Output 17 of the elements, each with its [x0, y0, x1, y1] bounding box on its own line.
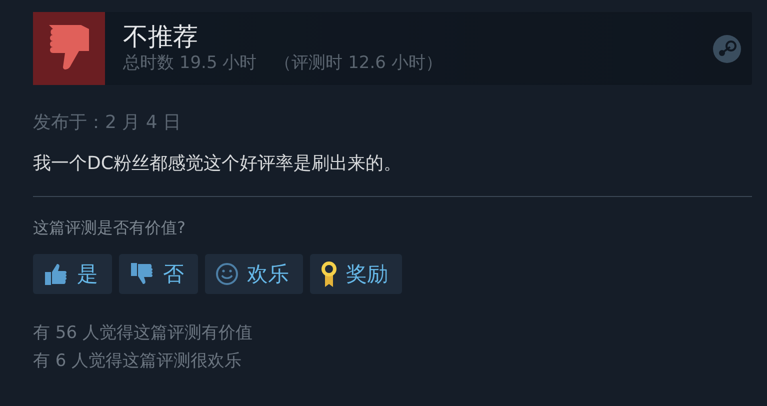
- vote-count-text: 有 6 人觉得这篇评测很欢乐: [33, 350, 243, 373]
- smiley-icon: [215, 262, 239, 286]
- medal-icon: [320, 260, 338, 288]
- review-verdict: 不推荐: [123, 22, 199, 50]
- vote-count-text: 有 56 人觉得这篇评测有价值: [33, 322, 254, 345]
- steam-logo-icon: [712, 34, 742, 64]
- yes-button[interactable]: 是: [33, 254, 112, 294]
- playtime-total: 总时数 19.5 小时: [123, 52, 257, 74]
- funny-button[interactable]: 欢乐: [205, 254, 303, 294]
- helpful-question: 这篇评测是否有价值?: [33, 217, 186, 239]
- review-text: 我一个DC粉丝都感觉这个好评率是刷出来的。: [33, 152, 402, 176]
- posted-date: 发布于：2 月 4 日: [33, 111, 182, 135]
- award-button[interactable]: 奖励: [310, 254, 402, 294]
- no-button[interactable]: 否: [119, 254, 198, 294]
- thumbs-up-icon: [43, 262, 69, 286]
- playtime-at-review: （评测时 12.6 小时）: [274, 52, 442, 74]
- thumbs-down-icon: [129, 262, 155, 286]
